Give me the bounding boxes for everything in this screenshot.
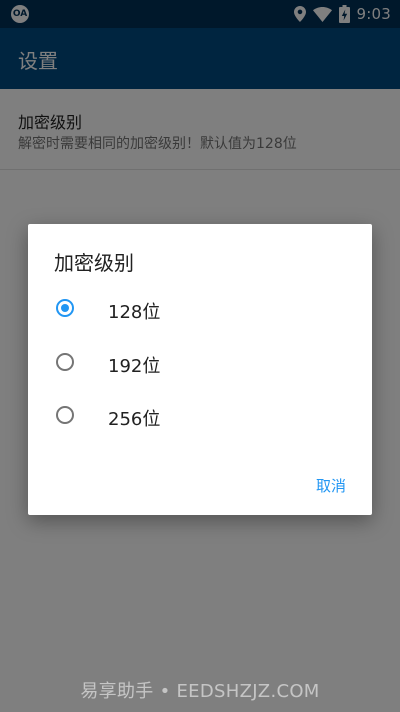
radio-button-checked[interactable] <box>56 299 74 317</box>
option-label: 192位 <box>108 356 161 377</box>
encryption-level-dialog: 加密级别 128位 192位 256位 取消 <box>28 224 372 515</box>
radio-button[interactable] <box>56 353 74 371</box>
radio-button[interactable] <box>56 406 74 424</box>
option-192[interactable]: 192位 <box>28 340 372 388</box>
option-label: 128位 <box>108 302 161 323</box>
option-label: 256位 <box>108 409 161 430</box>
dialog-title: 加密级别 <box>54 251 134 275</box>
option-256[interactable]: 256位 <box>28 393 372 441</box>
option-128[interactable]: 128位 <box>28 286 372 334</box>
cancel-button[interactable]: 取消 <box>310 471 352 500</box>
watermark: 易享助手 • EEDSHZJZ.COM <box>80 681 320 702</box>
